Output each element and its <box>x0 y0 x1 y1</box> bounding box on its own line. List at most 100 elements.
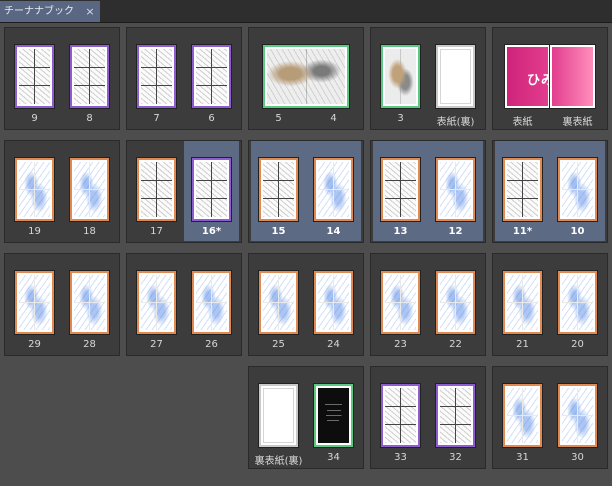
page-slot[interactable]: ひみつ 表紙 <box>495 28 568 128</box>
page-slot[interactable]: 16* <box>184 141 239 241</box>
page-slot[interactable]: 14 <box>306 141 361 241</box>
page-thumbnail[interactable] <box>502 270 543 335</box>
page-thumbnail[interactable] <box>258 157 299 222</box>
page-spread[interactable]: 裏表紙(裏) 34 <box>248 366 364 469</box>
page-spread[interactable]: 11* 10 <box>492 140 608 243</box>
page-thumbnail[interactable] <box>136 270 177 335</box>
page-slot[interactable]: 28 <box>62 254 117 354</box>
page-spread[interactable]: 13 12 <box>370 140 486 243</box>
page-spread[interactable]: 17 16* <box>126 140 242 243</box>
page-spread[interactable]: 25 24 <box>248 253 364 356</box>
page-spread[interactable]: 29 28 <box>4 253 120 356</box>
page-slot[interactable]: 11* <box>495 141 550 241</box>
page-thumbnail[interactable] <box>435 270 476 335</box>
page-thumbnail[interactable] <box>69 270 110 335</box>
page-thumbnail[interactable] <box>557 383 598 448</box>
page-slot[interactable]: 31 <box>495 367 550 467</box>
page-thumbnail[interactable] <box>557 157 598 222</box>
page-thumbnail[interactable] <box>313 383 354 448</box>
page-slot[interactable]: 4 <box>306 28 361 128</box>
page-thumbnail[interactable] <box>69 157 110 222</box>
page-thumbnail[interactable] <box>313 157 354 222</box>
page-spread[interactable]: 19 18 <box>4 140 120 243</box>
page-slot[interactable]: 27 <box>129 254 184 354</box>
page-slot[interactable]: 25 <box>251 254 306 354</box>
page-spread[interactable]: 27 26 <box>126 253 242 356</box>
page-slot[interactable]: 26 <box>184 254 239 354</box>
page-slot[interactable]: 5 <box>251 28 306 128</box>
page-number-label: 17 <box>150 226 163 237</box>
page-thumbnail[interactable] <box>258 383 299 448</box>
page-slot[interactable]: 23 <box>373 254 428 354</box>
page-spread[interactable]: 31 30 <box>492 366 608 469</box>
page-slot[interactable]: 12 <box>428 141 483 241</box>
page-thumbnail[interactable] <box>14 44 55 109</box>
page-number-label: 29 <box>28 339 41 350</box>
page-thumbnail[interactable] <box>191 157 232 222</box>
page-spread[interactable]: 15 14 <box>248 140 364 243</box>
page-slot[interactable]: 裏表紙 <box>549 28 605 128</box>
page-slot[interactable]: 24 <box>306 254 361 354</box>
page-spread[interactable]: 23 22 <box>370 253 486 356</box>
page-number-label: 22 <box>449 339 462 350</box>
page-thumbnail[interactable] <box>380 44 421 109</box>
page-slot[interactable]: 15 <box>251 141 306 241</box>
page-number-label: 31 <box>516 452 529 463</box>
page-slot[interactable]: 19 <box>7 141 62 241</box>
page-thumbnail[interactable] <box>258 270 299 335</box>
page-spread[interactable]: 98 <box>4 27 120 130</box>
page-thumbnail[interactable] <box>380 270 421 335</box>
page-slot[interactable]: 30 <box>550 367 605 467</box>
page-slot[interactable]: 17 <box>129 141 184 241</box>
page-thumbnail[interactable] <box>14 157 55 222</box>
page-thumbnail[interactable] <box>191 270 232 335</box>
page-slot[interactable]: 32 <box>428 367 483 467</box>
page-thumbnail[interactable] <box>14 270 55 335</box>
page-slot[interactable]: 8 <box>62 28 117 128</box>
page-thumbnail[interactable] <box>380 157 421 222</box>
page-slot[interactable]: 6 <box>184 28 239 128</box>
page-spread[interactable]: 21 20 <box>492 253 608 356</box>
page-thumbnail[interactable] <box>435 44 476 109</box>
page-number-label: 11* <box>512 226 533 237</box>
page-thumbnail[interactable] <box>313 270 354 335</box>
page-thumbnail[interactable] <box>191 44 232 109</box>
page-slot[interactable]: 裏表紙(裏) <box>251 367 306 467</box>
page-spread[interactable]: ひみつ 表紙 裏表紙 <box>492 27 608 130</box>
page-slot[interactable]: 3 <box>373 28 428 128</box>
page-slot[interactable]: 29 <box>7 254 62 354</box>
page-number-label: 4 <box>330 113 337 124</box>
page-thumbnail[interactable]: ひみつ <box>504 44 568 109</box>
page-thumbnail[interactable] <box>502 157 543 222</box>
page-thumbnail[interactable] <box>136 157 177 222</box>
page-slot[interactable]: 21 <box>495 254 550 354</box>
page-number-label: 24 <box>327 339 340 350</box>
page-number-label: 27 <box>150 339 163 350</box>
page-slot[interactable]: 33 <box>373 367 428 467</box>
page-thumbnail[interactable] <box>380 383 421 448</box>
page-spread[interactable]: 54 <box>248 27 364 130</box>
page-spread[interactable]: 33 32 <box>370 366 486 469</box>
page-slot[interactable]: 18 <box>62 141 117 241</box>
close-icon[interactable]: × <box>84 1 96 22</box>
page-slot[interactable]: 22 <box>428 254 483 354</box>
page-slot[interactable]: 10 <box>550 141 605 241</box>
page-thumbnail[interactable] <box>502 383 543 448</box>
page-slot[interactable]: 20 <box>550 254 605 354</box>
page-thumbnail[interactable] <box>435 157 476 222</box>
document-tab[interactable]: チーナナブック × <box>0 1 100 22</box>
page-thumbnail[interactable] <box>557 270 598 335</box>
page-number-label: 3 <box>397 113 404 124</box>
page-slot[interactable]: 9 <box>7 28 62 128</box>
page-thumbnail[interactable] <box>435 383 476 448</box>
page-slot[interactable]: 13 <box>373 141 428 241</box>
page-thumbnail[interactable] <box>69 44 110 109</box>
page-thumbnail[interactable] <box>136 44 177 109</box>
page-slot[interactable]: 表紙(裏) <box>428 28 483 128</box>
page-slot[interactable]: 34 <box>306 367 361 467</box>
page-thumbnail[interactable] <box>549 44 596 109</box>
page-spread[interactable]: 3 表紙(裏) <box>370 27 486 130</box>
page-spread[interactable]: 76 <box>126 27 242 130</box>
page-slot[interactable]: 7 <box>129 28 184 128</box>
page-number-label: 8 <box>86 113 93 124</box>
